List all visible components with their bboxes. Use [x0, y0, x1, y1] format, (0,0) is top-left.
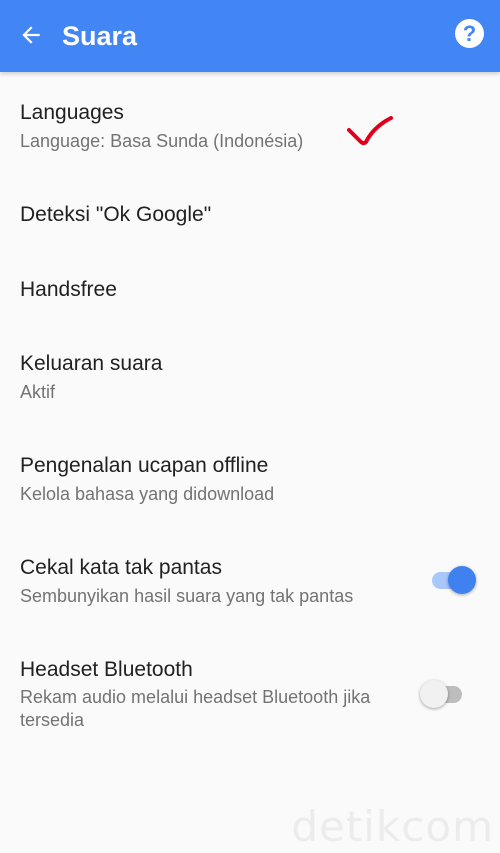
setting-label: Headset Bluetooth — [20, 658, 193, 681]
setting-offline-recognition[interactable]: Pengenalan ucapan offline Kelola bahasa … — [0, 442, 500, 526]
back-button[interactable] — [12, 16, 50, 54]
setting-summary: Sembunyikan hasil suara yang tak pantas — [20, 586, 354, 606]
setting-summary: Kelola bahasa yang didownload — [20, 484, 275, 504]
toggle-thumb — [420, 680, 448, 708]
setting-summary: Rekam audio melalui headset Bluetooth ji… — [20, 687, 371, 730]
toggle-switch[interactable] — [420, 678, 470, 708]
setting-label: Deteksi "Ok Google" — [20, 203, 212, 226]
watermark: detikcom — [291, 802, 494, 851]
help-icon: ? — [462, 20, 477, 46]
setting-handsfree[interactable]: Handsfree — [0, 264, 500, 324]
setting-summary: Aktif — [20, 382, 56, 402]
setting-label: Pengenalan ucapan offline — [20, 454, 269, 477]
setting-languages[interactable]: Languages Language: Basa Sunda (Indonési… — [0, 88, 500, 172]
setting-label: Keluaran suara — [20, 352, 163, 375]
setting-bluetooth-headset[interactable]: Headset Bluetooth Rekam audio melalui he… — [0, 645, 500, 745]
setting-block-offensive[interactable]: Cekal kata tak pantas Sembunyikan hasil … — [0, 544, 500, 628]
setting-label: Handsfree — [20, 278, 117, 301]
app-bar: Suara ? — [0, 0, 500, 72]
toggle-switch[interactable] — [428, 564, 478, 594]
setting-label: Languages — [20, 101, 124, 124]
help-button[interactable]: ? — [455, 19, 484, 48]
setting-summary: Language: Basa Sunda (Indonésia) — [20, 131, 304, 151]
settings-screen: Suara ? Languages Language: Basa Sunda (… — [0, 0, 500, 853]
setting-speech-output[interactable]: Keluaran suara Aktif — [0, 340, 500, 424]
red-checkmark-icon — [347, 116, 393, 146]
toggle-thumb — [448, 566, 476, 594]
page-title: Suara — [62, 21, 138, 51]
setting-ok-google[interactable]: Deteksi "Ok Google" — [0, 190, 500, 250]
arrow-back-icon — [22, 26, 40, 44]
setting-label: Cekal kata tak pantas — [20, 556, 222, 579]
